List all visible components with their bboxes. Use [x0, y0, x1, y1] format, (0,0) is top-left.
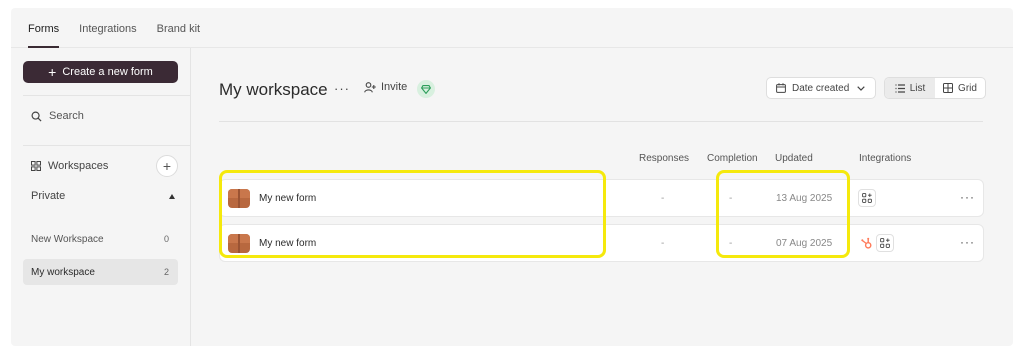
workspace-more-button[interactable]: ··· [334, 82, 350, 95]
form-name[interactable]: My new form [259, 238, 316, 249]
search-icon [31, 111, 42, 122]
hubspot-icon[interactable] [861, 237, 873, 250]
grid-view-label: Grid [958, 82, 977, 94]
apps-icon [862, 193, 872, 203]
list-view-label: List [909, 82, 926, 94]
grid-icon [943, 83, 954, 93]
main-content: My workspace ··· Invite Date created Lis… [192, 48, 1013, 346]
list-view-button[interactable]: List [885, 78, 935, 98]
plus-icon: + [162, 158, 172, 174]
plus-icon: + [48, 64, 57, 80]
table-row[interactable]: My new form - - 13 Aug 2025 ··· [219, 179, 984, 217]
divider [23, 95, 191, 96]
page-title: My workspace [219, 80, 328, 99]
add-workspace-button[interactable]: + [156, 155, 178, 177]
search-label: Search [49, 110, 84, 122]
responses-value: - [661, 238, 665, 249]
apps-icon [880, 238, 890, 248]
more-horizontal-icon: ··· [960, 235, 975, 249]
column-header-responses: Responses [639, 153, 690, 164]
updated-value: 13 Aug 2025 [776, 193, 833, 204]
view-toggle: List Grid [884, 77, 986, 99]
more-horizontal-icon: ··· [960, 190, 975, 204]
sort-dropdown[interactable]: Date created [766, 77, 876, 99]
create-form-label: Create a new form [62, 66, 153, 78]
gem-icon [421, 84, 431, 94]
sidebar-item-new-workspace[interactable]: New Workspace 0 [23, 226, 178, 252]
workspace-count: 2 [163, 267, 169, 277]
integration-apps-button[interactable] [858, 189, 876, 207]
list-icon [895, 83, 905, 93]
more-horizontal-icon: ··· [334, 81, 350, 96]
app-frame: Forms Integrations Brand kit + Create a … [11, 8, 1013, 346]
chevron-down-icon [857, 85, 865, 91]
caret-up-icon [169, 193, 175, 199]
premium-badge[interactable] [417, 80, 435, 98]
table-row[interactable]: My new form - - 07 Aug 2025 ··· [219, 224, 984, 262]
top-navigation: Forms Integrations Brand kit [11, 8, 1013, 48]
column-header-completion: Completion [707, 153, 758, 164]
private-label: Private [31, 190, 66, 202]
workspace-count: 0 [163, 234, 169, 244]
updated-value: 07 Aug 2025 [776, 238, 833, 249]
divider [219, 121, 983, 122]
column-header-updated: Updated [775, 153, 813, 164]
workspaces-header: Workspaces + [31, 155, 178, 177]
grid-icon [31, 161, 41, 171]
tab-integrations[interactable]: Integrations [79, 23, 136, 47]
workspace-label: New Workspace [31, 233, 104, 245]
completion-value: - [729, 193, 733, 204]
search-button[interactable]: Search [31, 110, 84, 122]
private-section-toggle[interactable]: Private [31, 190, 178, 202]
sidebar: + Create a new form Search Workspaces + … [11, 48, 191, 346]
calendar-icon [776, 83, 786, 93]
form-thumbnail [228, 189, 250, 208]
row-more-button[interactable]: ··· [960, 235, 975, 249]
divider [23, 145, 191, 146]
sort-label: Date created [792, 82, 850, 94]
workspaces-label: Workspaces [48, 160, 109, 172]
workspace-label: My workspace [31, 266, 95, 278]
form-name[interactable]: My new form [259, 193, 316, 204]
tab-brand-kit[interactable]: Brand kit [157, 23, 200, 47]
create-form-button[interactable]: + Create a new form [23, 61, 178, 83]
invite-label: Invite [381, 81, 408, 93]
column-header-integrations: Integrations [859, 153, 912, 164]
add-user-icon [364, 81, 376, 92]
tab-forms[interactable]: Forms [28, 23, 60, 48]
invite-button[interactable]: Invite [364, 81, 407, 93]
grid-view-button[interactable]: Grid [935, 78, 985, 98]
integration-apps-button[interactable] [876, 234, 894, 252]
responses-value: - [661, 193, 665, 204]
row-more-button[interactable]: ··· [960, 190, 975, 204]
form-thumbnail [228, 234, 250, 253]
completion-value: - [729, 238, 733, 249]
sidebar-item-my-workspace[interactable]: My workspace 2 [23, 259, 178, 285]
